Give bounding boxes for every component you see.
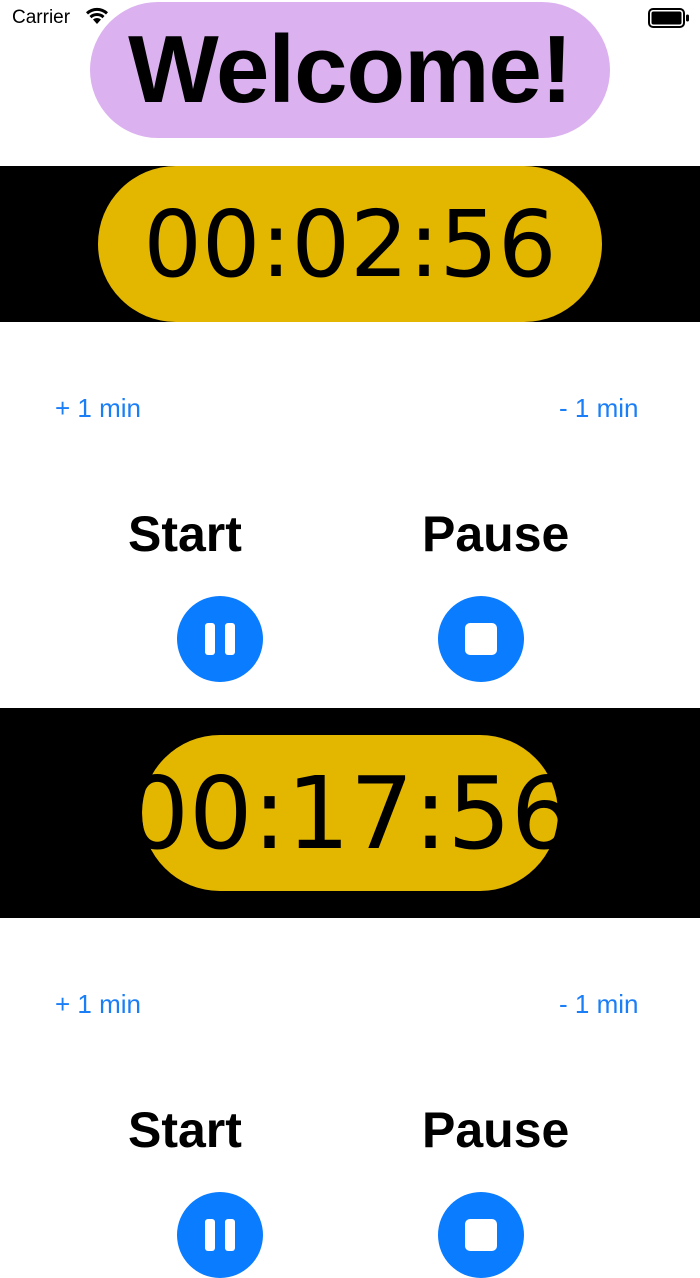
start-button-1[interactable]: Start: [128, 505, 242, 563]
stop-icon: [465, 1219, 497, 1251]
pause-icon: [205, 1219, 235, 1251]
stop-icon: [465, 623, 497, 655]
timer-band-2: 00:17:56: [0, 708, 700, 918]
stop-circle-button-1[interactable]: [438, 596, 524, 682]
pause-button-1[interactable]: Pause: [422, 505, 569, 563]
pause-icon: [205, 623, 235, 655]
welcome-banner: Welcome!: [90, 2, 610, 138]
add-minute-button-1[interactable]: + 1 min: [55, 393, 141, 424]
timer-display-1: 00:02:56: [98, 166, 602, 322]
subtract-minute-button-2[interactable]: - 1 min: [559, 989, 638, 1020]
subtract-minute-button-1[interactable]: - 1 min: [559, 393, 638, 424]
pause-button-2[interactable]: Pause: [422, 1101, 569, 1159]
pause-circle-button-2[interactable]: [177, 1192, 263, 1278]
add-minute-button-2[interactable]: + 1 min: [55, 989, 141, 1020]
battery-icon: [648, 8, 690, 33]
timer-band-1: 00:02:56: [0, 166, 700, 322]
pause-circle-button-1[interactable]: [177, 596, 263, 682]
start-button-2[interactable]: Start: [128, 1101, 242, 1159]
timer-display-2: 00:17:56: [125, 735, 575, 891]
stop-circle-button-2[interactable]: [438, 1192, 524, 1278]
